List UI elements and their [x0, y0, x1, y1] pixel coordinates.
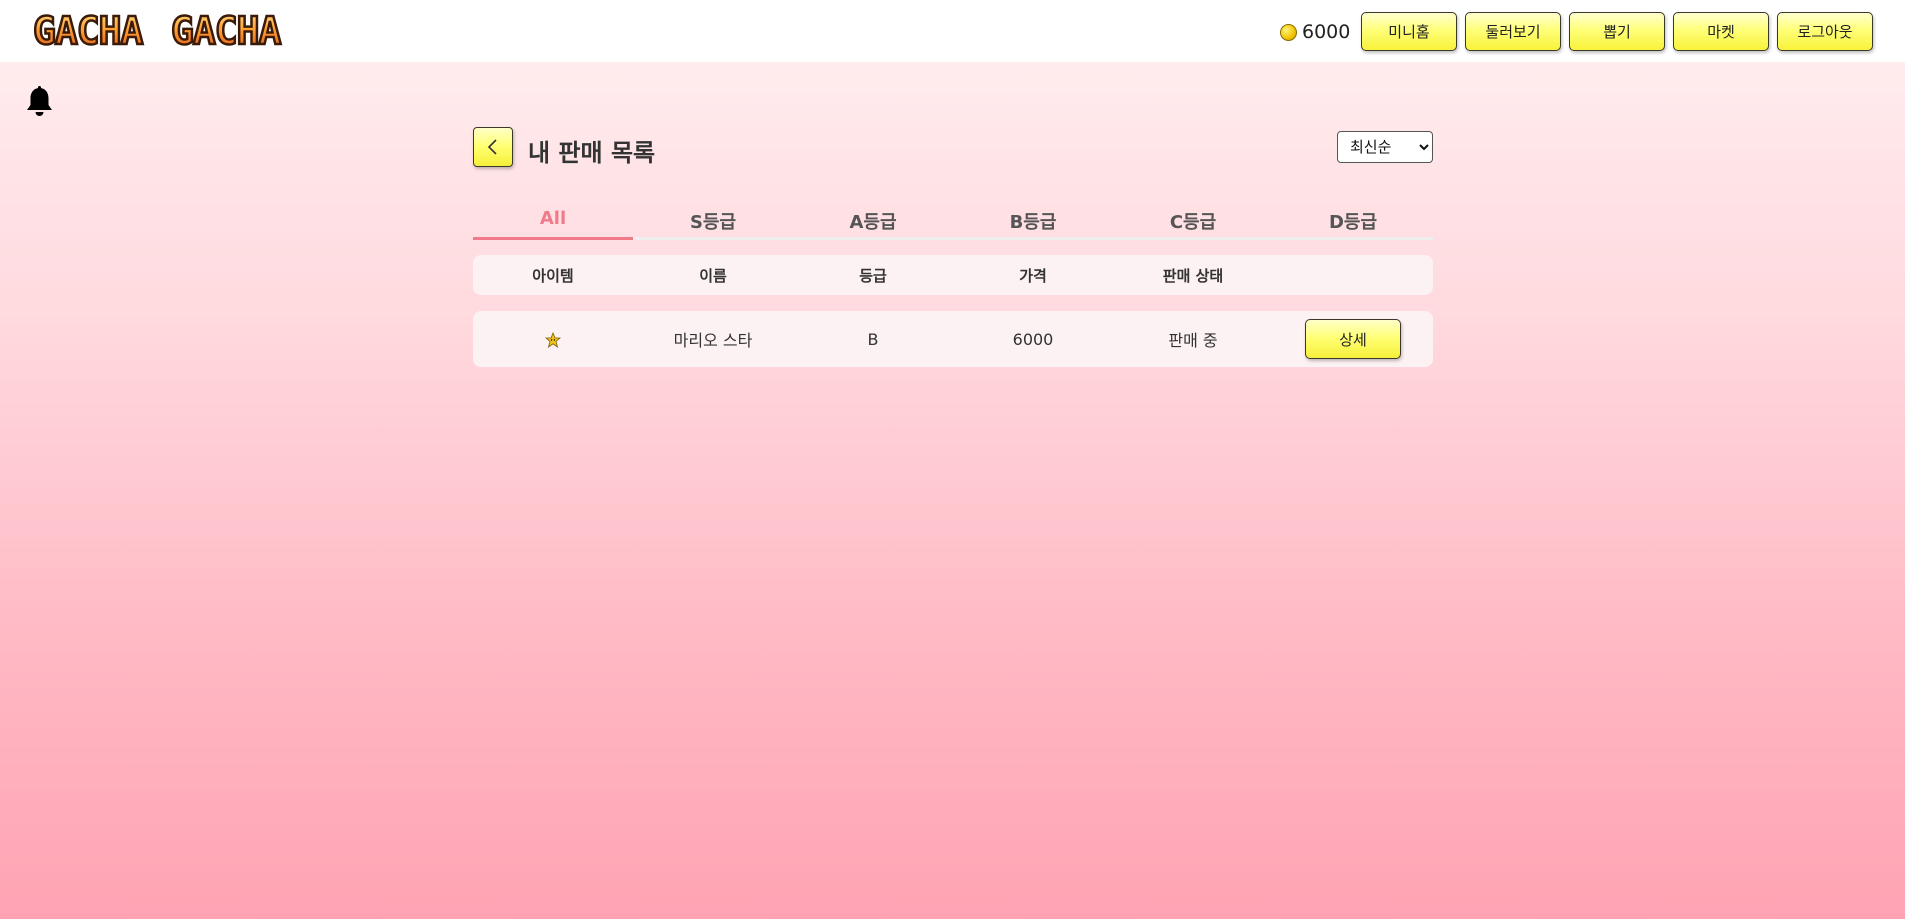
- bell-icon[interactable]: [25, 86, 54, 119]
- table-row: 마리오 스타 B 6000 판매 중 상세: [473, 311, 1433, 367]
- page-title: 내 판매 목록: [528, 139, 656, 167]
- item-cell: [473, 330, 633, 349]
- item-status: 판매 중: [1168, 331, 1218, 350]
- svg-text:GACHA: GACHA: [171, 10, 282, 51]
- coin-icon: [1280, 23, 1297, 41]
- col-header-name: 이름: [699, 266, 727, 285]
- nav-draw-button[interactable]: 뽑기: [1569, 12, 1665, 51]
- detail-button[interactable]: 상세: [1305, 319, 1401, 359]
- top-header: GACHA GACHA 6000 미니홈 둘러보기 뽑기 마켓 로그아웃: [0, 0, 1905, 62]
- tab-a-grade[interactable]: A등급: [793, 206, 953, 237]
- coin-balance: 6000: [1280, 20, 1350, 44]
- svg-text:GACHA: GACHA: [33, 10, 144, 51]
- tab-all[interactable]: All: [473, 206, 633, 240]
- item-grade: B: [867, 329, 879, 349]
- nav-market-button[interactable]: 마켓: [1673, 12, 1769, 51]
- tab-s-grade[interactable]: S등급: [633, 206, 793, 237]
- col-header-price: 가격: [1019, 266, 1047, 285]
- table-header: 아이템 이름 등급 가격 판매 상태: [473, 255, 1433, 295]
- item-price: 6000: [1012, 329, 1054, 349]
- sort-select[interactable]: 최신순: [1337, 131, 1433, 163]
- nav-minihome-button[interactable]: 미니홈: [1361, 12, 1457, 51]
- tab-b-grade[interactable]: B등급: [953, 206, 1113, 237]
- back-button[interactable]: [473, 127, 513, 167]
- action-cell: 상세: [1273, 319, 1433, 359]
- logo[interactable]: GACHA GACHA: [31, 10, 311, 51]
- chevron-left-icon: [487, 139, 497, 155]
- tab-c-grade[interactable]: C등급: [1113, 206, 1273, 237]
- col-header-grade: 등급: [859, 266, 887, 285]
- col-header-status: 판매 상태: [1162, 266, 1224, 285]
- coin-amount: 6000: [1302, 21, 1351, 43]
- star-icon: [545, 332, 561, 348]
- nav-logout-button[interactable]: 로그아웃: [1777, 12, 1873, 51]
- grade-tabs: All S등급 A등급 B등급 C등급 D등급: [473, 206, 1433, 240]
- nav-browse-button[interactable]: 둘러보기: [1465, 12, 1561, 51]
- tab-d-grade[interactable]: D등급: [1273, 206, 1433, 237]
- col-header-item: 아이템: [532, 266, 574, 285]
- item-name: 마리오 스타: [673, 331, 753, 350]
